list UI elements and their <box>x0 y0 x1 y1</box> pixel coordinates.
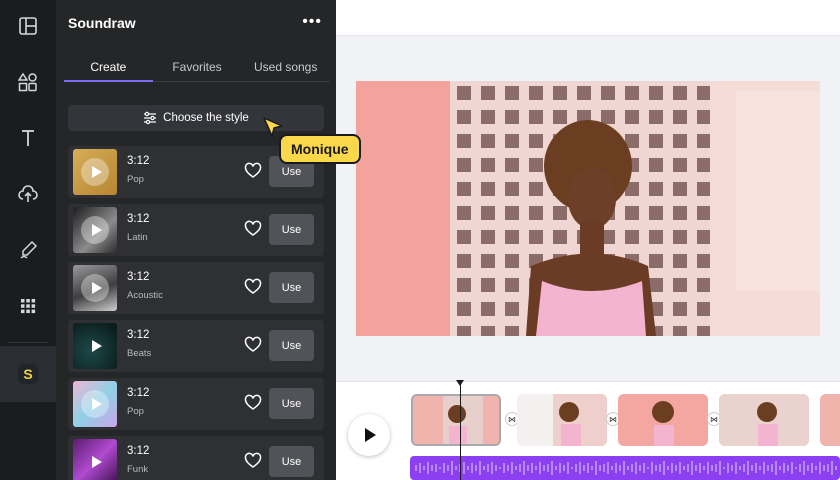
timeline-clip[interactable] <box>719 394 809 446</box>
song-thumbnail[interactable] <box>73 207 117 253</box>
use-button[interactable]: Use <box>269 388 314 419</box>
song-genre: Beats <box>127 348 152 359</box>
left-rail: S <box>0 0 56 480</box>
song-genre: Latin <box>127 232 148 243</box>
panel-title: Soundraw <box>68 15 136 31</box>
song-duration: 3:12 <box>127 271 150 283</box>
heart-icon[interactable] <box>244 162 262 180</box>
heart-icon[interactable] <box>244 394 262 412</box>
audio-track[interactable] <box>410 456 840 480</box>
song-duration: 3:12 <box>127 387 150 399</box>
layout-icon[interactable] <box>0 0 56 52</box>
upload-icon[interactable] <box>0 168 56 220</box>
heart-icon[interactable] <box>244 336 262 354</box>
song-row: 3:12 Beats Use <box>68 320 324 372</box>
app-badge: S <box>18 364 38 384</box>
song-duration: 3:12 <box>127 155 150 167</box>
song-genre: Pop <box>127 174 144 185</box>
editor-toolbar <box>336 0 840 36</box>
heart-icon[interactable] <box>244 220 262 238</box>
collaborator-cursor-icon <box>263 117 283 137</box>
heart-icon[interactable] <box>244 278 262 296</box>
song-row: 3:12 Pop Use <box>68 378 324 430</box>
song-duration: 3:12 <box>127 213 150 225</box>
song-genre: Pop <box>127 406 144 417</box>
draw-icon[interactable] <box>0 224 56 276</box>
sliders-icon <box>144 111 157 125</box>
use-button[interactable]: Use <box>269 446 314 477</box>
song-thumbnail[interactable] <box>73 149 117 195</box>
apps-icon[interactable] <box>0 280 56 332</box>
timeline-clip[interactable] <box>618 394 708 446</box>
song-row: 3:12 Funk Use <box>68 436 324 480</box>
use-button[interactable]: Use <box>269 214 314 245</box>
rail-divider <box>8 342 48 343</box>
song-genre: Acoustic <box>127 290 163 301</box>
timeline-clip[interactable] <box>411 394 501 446</box>
play-icon[interactable] <box>81 390 109 418</box>
timeline-playhead[interactable] <box>456 380 464 480</box>
timeline-play-button[interactable] <box>348 414 390 456</box>
tab-bar: Create Favorites Used songs <box>64 52 331 82</box>
song-thumbnail[interactable] <box>73 265 117 311</box>
timeline-clip[interactable] <box>517 394 607 446</box>
use-button[interactable]: Use <box>269 272 314 303</box>
tab-used-songs[interactable]: Used songs <box>241 52 331 82</box>
song-duration: 3:12 <box>127 445 150 457</box>
play-icon[interactable] <box>81 448 109 476</box>
choose-style-label: Choose the style <box>163 112 249 124</box>
play-icon[interactable] <box>81 158 109 186</box>
tab-favorites[interactable]: Favorites <box>152 52 242 82</box>
song-row: 3:12 Acoustic Use <box>68 262 324 314</box>
soundraw-panel: Soundraw ••• Create Favorites Used songs… <box>56 0 336 480</box>
text-icon[interactable] <box>0 112 56 164</box>
song-thumbnail[interactable] <box>73 323 117 369</box>
play-icon[interactable] <box>81 332 109 360</box>
song-duration: 3:12 <box>127 329 150 341</box>
choose-style-button[interactable]: Choose the style <box>68 105 324 131</box>
more-horizontal-icon[interactable]: ••• <box>302 14 322 30</box>
song-thumbnail[interactable] <box>73 381 117 427</box>
soundraw-app-icon[interactable]: S <box>0 348 56 400</box>
song-row: 3:12 Latin Use <box>68 204 324 256</box>
use-button[interactable]: Use <box>269 330 314 361</box>
collaborator-name-tag: Monique <box>279 134 361 164</box>
song-genre: Funk <box>127 464 149 475</box>
song-thumbnail[interactable] <box>73 439 117 480</box>
tab-create[interactable]: Create <box>64 52 153 82</box>
timeline-clip[interactable] <box>820 394 840 446</box>
elements-icon[interactable] <box>0 56 56 108</box>
design-photo[interactable] <box>356 81 820 336</box>
play-icon[interactable] <box>81 216 109 244</box>
heart-icon[interactable] <box>244 452 262 470</box>
play-icon[interactable] <box>81 274 109 302</box>
